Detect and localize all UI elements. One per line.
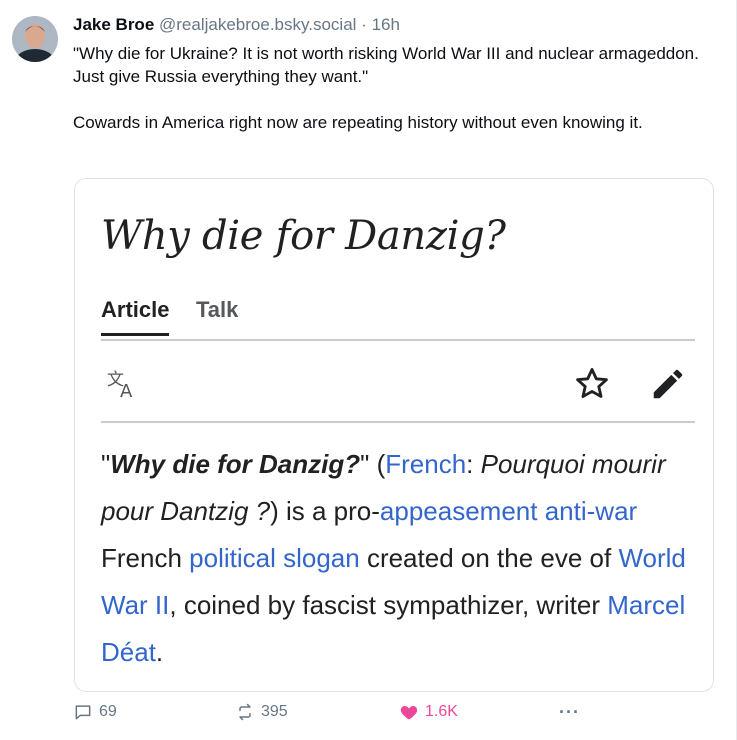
text-fragment: French <box>101 543 190 573</box>
quote-mark: " <box>101 449 111 479</box>
separator: · <box>361 15 367 34</box>
text-fragment <box>537 496 544 526</box>
divider <box>101 421 695 423</box>
link-political-slogan[interactable]: political slogan <box>189 543 360 573</box>
tab-talk[interactable]: Talk <box>196 297 238 333</box>
heart-icon <box>400 706 418 720</box>
wiki-article-lead: "Why die for Danzig?" (French: Pourquoi … <box>101 441 701 676</box>
reply-count: 69 <box>99 703 117 720</box>
text-fragment: ) is a pro- <box>270 496 380 526</box>
wiki-tabs: Article Talk <box>101 297 260 336</box>
post-actions: 69 395 1.6K ··· <box>73 702 713 726</box>
star-icon[interactable] <box>573 365 611 403</box>
repost-count: 395 <box>261 703 288 720</box>
like-count: 1.6K <box>425 703 458 720</box>
author-handle[interactable]: @realjakebroe.bsky.social <box>159 15 356 34</box>
embedded-image-card[interactable]: Why die for Danzig? Article Talk 文 A "Wh… <box>74 178 714 692</box>
link-appeasement[interactable]: appeasement <box>380 496 538 526</box>
post-text-paragraph-1: "Why die for Ukraine? It is not worth ri… <box>73 44 699 86</box>
text-fragment: . <box>155 637 164 667</box>
text-fragment: " ( <box>360 449 386 479</box>
svg-text:A: A <box>120 381 133 402</box>
like-button[interactable]: 1.6K <box>399 702 458 722</box>
reply-button[interactable]: 69 <box>73 702 117 722</box>
tab-article[interactable]: Article <box>101 297 170 336</box>
translate-icon[interactable]: 文 A <box>105 365 143 403</box>
wiki-article-title: Why die for Danzig? <box>101 213 506 259</box>
reply-icon <box>75 705 91 720</box>
more-options-button[interactable]: ··· <box>559 702 580 723</box>
text-fragment: created on the eve of <box>359 543 619 573</box>
post-text: "Why die for Ukraine? It is not worth ri… <box>73 42 713 134</box>
text-fragment: : <box>466 449 481 479</box>
link-french[interactable]: French <box>385 449 466 479</box>
author-name[interactable]: Jake Broe <box>73 15 154 34</box>
link-anti-war[interactable]: anti-war <box>545 496 637 526</box>
post-header: Jake Broe @realjakebroe.bsky.social · 16… <box>73 14 716 36</box>
post-text-paragraph-2: Cowards in America right now are repeati… <box>73 113 643 132</box>
bold-title: Why die for Danzig? <box>110 449 361 479</box>
text-fragment: , coined by fascist sympathizer, writer <box>169 590 608 620</box>
post-time[interactable]: 16h <box>372 15 400 34</box>
avatar[interactable] <box>12 16 58 62</box>
edit-pencil-icon[interactable] <box>649 365 687 403</box>
repost-icon <box>239 703 251 721</box>
post[interactable]: Jake Broe @realjakebroe.bsky.social · 16… <box>0 0 737 740</box>
repost-button[interactable]: 395 <box>235 702 288 722</box>
divider <box>101 339 695 341</box>
more-options-icon: ··· <box>559 702 580 722</box>
